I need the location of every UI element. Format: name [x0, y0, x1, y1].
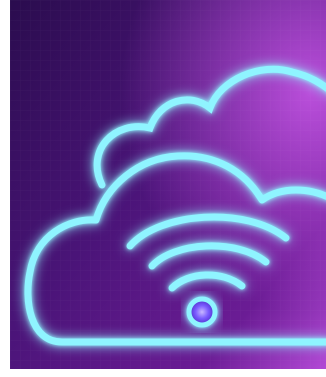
- background-grid: [10, 0, 326, 369]
- wifi-dot: [186, 296, 218, 328]
- neon-cloud-wifi-illustration: [10, 0, 326, 369]
- image-frame: [0, 0, 326, 377]
- illustration-svg: [10, 0, 326, 369]
